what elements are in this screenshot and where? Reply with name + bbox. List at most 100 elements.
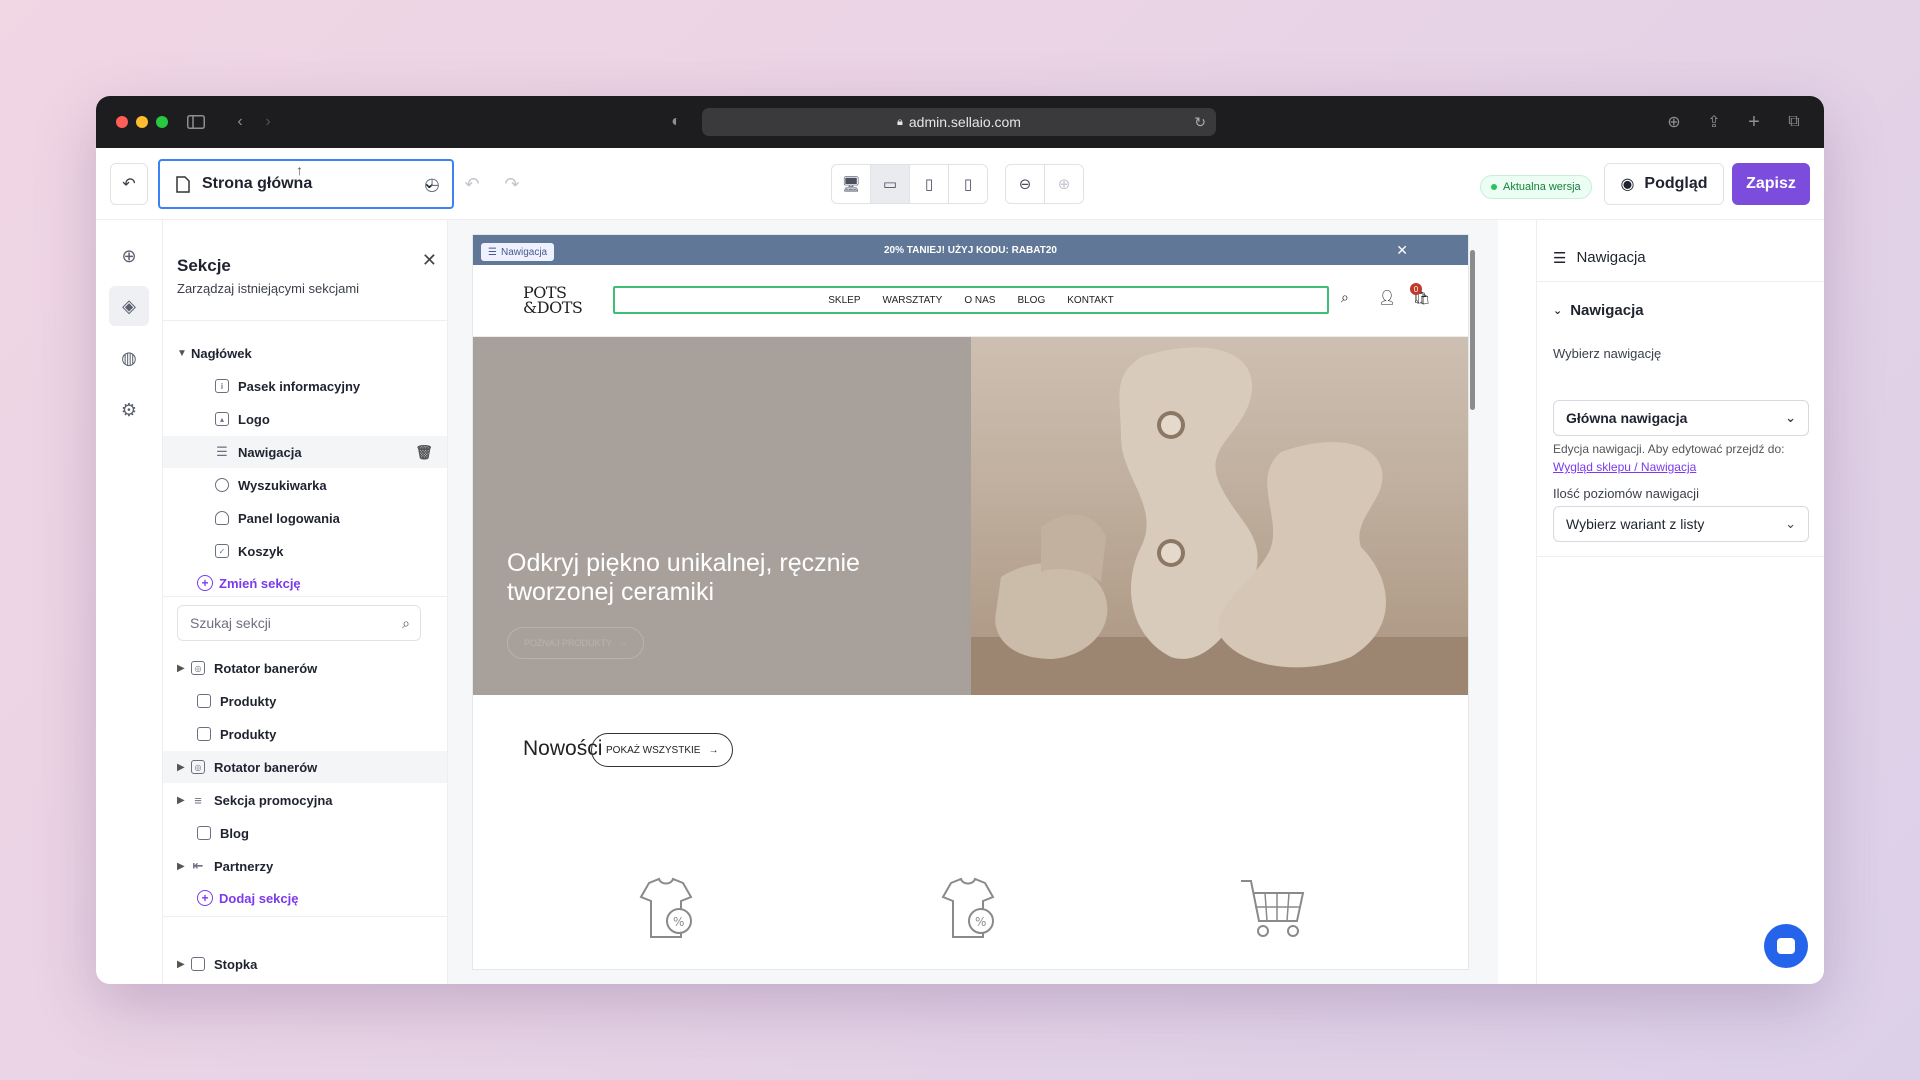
tree-item-footer[interactable]: ▶ Stopka (163, 948, 447, 980)
section-search-input[interactable]: Szukaj sekcji ⌕ (177, 605, 421, 641)
trash-icon[interactable]: 🗑︎ (415, 444, 433, 461)
tree-item-login[interactable]: Panel logowania (163, 502, 447, 534)
save-button[interactable]: Zapisz (1732, 163, 1810, 205)
menu-item-contact[interactable]: KONTAKT (1067, 295, 1113, 306)
redo-icon[interactable]: ↷ (502, 174, 522, 194)
download-icon[interactable]: ⊕ (1662, 110, 1686, 134)
privacy-shield-icon[interactable]: ◐ (664, 110, 688, 134)
svg-text:%: % (975, 915, 986, 929)
window-controls (116, 116, 168, 128)
preview-button[interactable]: ◉ Podgląd (1604, 163, 1724, 205)
mobile-view-icon[interactable]: ▯ (948, 164, 988, 204)
tree-item-search[interactable]: Wyszukiwarka (163, 469, 447, 501)
close-window-button[interactable] (116, 116, 128, 128)
tree-item-banner-rotator[interactable]: ▶ ◎ Rotator banerów (163, 751, 447, 783)
minimize-window-button[interactable] (136, 116, 148, 128)
back-arrow-icon[interactable]: ‹ (228, 110, 252, 134)
url-text: admin.sellaio.com (908, 114, 1021, 130)
properties-title: Nawigacja (1576, 249, 1646, 266)
tablet-view-icon[interactable]: ▯ (909, 164, 949, 204)
shopping-cart-icon (1237, 875, 1317, 955)
site-preview[interactable]: 20% TANIEJ! UŻYJ KODU: RABAT20 ✕ ☰ Nawig… (472, 234, 1469, 970)
menu-item-about[interactable]: O NAS (964, 295, 995, 306)
user-icon[interactable]: 👤︎ (1378, 289, 1396, 306)
menu-item-blog[interactable]: BLOG (1017, 295, 1045, 306)
tree-item-label: Panel logowania (238, 510, 340, 526)
site-logo[interactable]: POTS &DOTS (523, 285, 583, 316)
navigation-settings-link[interactable]: Wygląd sklepu / Nawigacja (1553, 460, 1696, 474)
maximize-window-button[interactable] (156, 116, 168, 128)
tree-item-products[interactable]: Produkty (163, 685, 447, 717)
caret-right-icon: ▶ (177, 761, 185, 773)
chevron-down-icon: ⌄ (1553, 305, 1563, 317)
hero-cta-button[interactable]: POZNAJ PRODUKTY → (507, 627, 645, 659)
history-icon[interactable]: ◷ (422, 174, 442, 194)
close-icon[interactable]: ✕ (1396, 242, 1408, 259)
divider (163, 596, 447, 597)
tree-item-label: Blog (220, 825, 249, 841)
address-bar[interactable]: 🔒︎ admin.sellaio.com ↻ (702, 108, 1216, 136)
settings-gear-icon[interactable]: ⚙ (109, 390, 149, 430)
sections-panel: Sekcje Zarządzaj istniejącymi sekcjami ✕… (162, 220, 448, 984)
chat-icon (1777, 938, 1795, 954)
exit-editor-button[interactable]: ↶ (110, 163, 148, 205)
chat-support-button[interactable] (1764, 924, 1808, 968)
tree-item-products[interactable]: Produkty (163, 718, 447, 750)
tree-item-promo-section[interactable]: ▶ ≡ Sekcja promocyjna (163, 784, 447, 816)
menu-item-shop[interactable]: SKLEP (828, 295, 860, 306)
tree-item-blog[interactable]: Blog (163, 817, 447, 849)
ceramic-vases-image (971, 347, 1468, 695)
blog-icon (197, 826, 211, 840)
palette-icon[interactable]: ◍ (109, 338, 149, 378)
close-icon[interactable]: ✕ (422, 250, 437, 271)
promo-text: 20% TANIEJ! UŻYJ KODU: RABAT20 (884, 244, 1057, 256)
levels-select[interactable]: Wybierz wariant z listy ⌄ (1553, 506, 1809, 542)
tree-item-label: Nawigacja (238, 444, 302, 460)
hero-banner[interactable]: Odkryj piękno unikalnej, ręcznie tworzon… (473, 337, 1468, 695)
layers-icon[interactable]: ◈ (109, 286, 149, 326)
rotator-icon: ◎ (191, 661, 205, 675)
tree-item-label: Partnerzy (214, 858, 274, 874)
show-all-button[interactable]: POKAŻ WSZYSTKIE → (591, 733, 734, 767)
preview-scrollbar[interactable] (1470, 250, 1475, 410)
chevron-down-icon: ⌄ (1785, 516, 1796, 531)
caret-right-icon: ▶ (177, 662, 185, 674)
tree-item-label: Pasek informacyjny (238, 378, 361, 394)
change-section-link[interactable]: + Zmień sekcję (197, 575, 301, 591)
tree-item-label: Logo (238, 411, 270, 427)
site-navigation[interactable]: SKLEP WARSZTATY O NAS BLOG KONTAKT (613, 286, 1329, 314)
zoom-in-icon[interactable]: ⊕ (1044, 164, 1084, 204)
add-section-link[interactable]: + Dodaj sekcję (197, 890, 299, 906)
desktop-view-icon[interactable]: 🖥︎ (831, 164, 871, 204)
navigation-select[interactable]: Główna nawigacja ⌄ (1553, 400, 1809, 436)
reload-icon[interactable]: ↻ (1194, 114, 1206, 131)
forward-arrow-icon[interactable]: › (256, 110, 280, 134)
tshirt-discount-icon: % (933, 875, 1013, 955)
tabs-overview-icon[interactable]: ⧉ (1782, 110, 1806, 134)
add-section-icon[interactable]: ⊕ (109, 236, 149, 276)
caret-right-icon: ▶ (177, 794, 185, 806)
new-tab-icon[interactable]: + (1742, 110, 1766, 134)
tree-item-info-bar[interactable]: i Pasek informacyjny (163, 370, 447, 402)
page-selector[interactable]: Strona główna ⌄ (158, 159, 454, 209)
tree-group-header[interactable]: ▼ Nagłówek (163, 337, 447, 369)
search-icon[interactable]: ⌕ (1341, 289, 1349, 306)
tree-item-cart[interactable]: ✓ Koszyk (163, 535, 447, 567)
promo-bar[interactable]: 20% TANIEJ! UŻYJ KODU: RABAT20 ✕ (473, 235, 1468, 265)
product-block-icon (197, 727, 211, 741)
sidebar-toggle-icon[interactable] (184, 110, 208, 134)
tree-item-navigation[interactable]: ☰ Nawigacja 🗑︎ (163, 436, 447, 468)
search-icon: ⌕ (402, 614, 410, 631)
tree-item-partners[interactable]: ▶ ⇤ Partnerzy (163, 850, 447, 882)
tree-item-banner-rotator[interactable]: ▶ ◎ Rotator banerów (163, 652, 447, 684)
properties-section-toggle[interactable]: ⌄ Nawigacja (1553, 302, 1644, 319)
laptop-view-icon[interactable]: ▭ (870, 164, 910, 204)
menu-item-workshops[interactable]: WARSZTATY (883, 295, 943, 306)
tree-item-logo[interactable]: ▴ Logo (163, 403, 447, 435)
caret-right-icon: ▶ (177, 860, 185, 872)
user-icon (215, 511, 229, 525)
list-icon: ☰ (488, 246, 497, 258)
undo-icon[interactable]: ↶ (462, 174, 482, 194)
share-icon[interactable]: ⇪ (1702, 110, 1726, 134)
zoom-out-icon[interactable]: ⊖ (1005, 164, 1045, 204)
